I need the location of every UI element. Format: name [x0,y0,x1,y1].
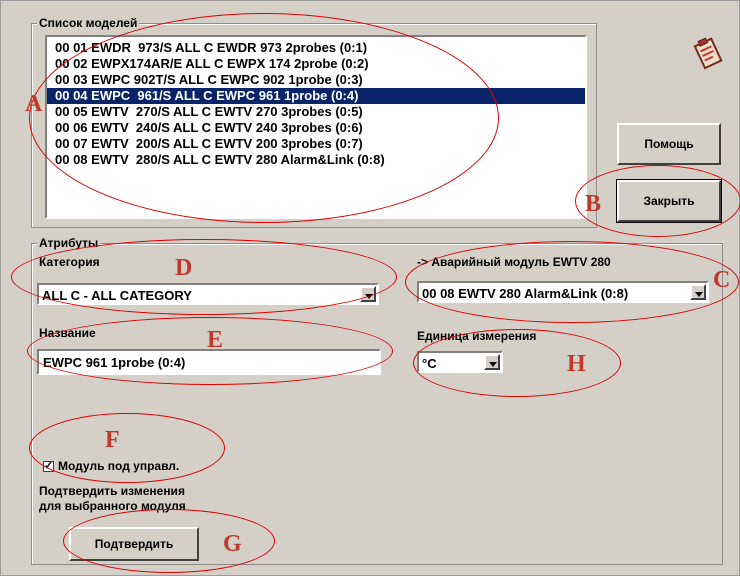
unit-select-value: °C [422,356,437,371]
annotation-letter-h: H [567,351,586,377]
confirm-button-label: Подтвердить [94,537,174,551]
list-item[interactable]: 00 08 EWTV 280/S ALL C EWTV 280 Alarm&Li… [47,152,585,168]
name-label: Название [39,326,96,340]
annotation-letter-g: G [223,531,242,557]
close-button[interactable]: Закрыть [616,179,722,223]
models-group-title: Список моделей [37,16,140,30]
confirm-button[interactable]: Подтвердить [69,527,199,561]
chevron-down-icon[interactable] [360,286,376,302]
annotation-letter-c: C [713,267,731,293]
chevron-down-icon[interactable] [690,284,706,300]
annotation-letter-a: A [25,91,43,117]
models-listbox[interactable]: 00 01 EWDR 973/S ALL C EWDR 973 2probes … [45,35,587,219]
chevron-down-icon[interactable] [484,354,500,370]
annotation-letter-f: F [105,427,120,453]
unit-select[interactable]: °C [417,351,503,373]
annotation-letter-d: D [175,255,193,281]
clipboard-icon [691,35,727,71]
unit-label: Единица измерения [417,329,537,343]
list-item[interactable]: 00 03 EWPC 902T/S ALL C EWPC 902 1probe … [47,72,585,88]
category-label: Категория [39,255,100,269]
list-item[interactable]: 00 05 EWTV 270/S ALL C EWTV 270 3probes … [47,104,585,120]
alarm-module-select-value: 00 08 EWTV 280 Alarm&Link (0:8) [422,286,629,301]
list-item[interactable]: 00 06 EWTV 240/S ALL C EWTV 240 3probes … [47,120,585,136]
module-control-label: Модуль под управл. [58,459,180,473]
attributes-group-title: Атрибуты [37,236,101,250]
confirm-text-line1: Подтвердить изменения [39,484,185,498]
help-button[interactable]: Помощь [617,123,721,165]
alarm-module-select[interactable]: 00 08 EWTV 280 Alarm&Link (0:8) [417,281,709,303]
category-select-value: ALL C - ALL CATEGORY [42,288,192,303]
name-input-value: EWPC 961 1probe (0:4) [43,355,186,370]
annotation-letter-b: B [585,191,602,217]
help-button-label: Помощь [644,137,694,151]
annotation-letter-e: E [207,327,224,353]
module-control-checkbox[interactable]: ✓ [43,461,54,472]
category-select[interactable]: ALL C - ALL CATEGORY [37,283,379,305]
dialog-window: Список моделей 00 01 EWDR 973/S ALL C EW… [0,0,740,576]
list-item[interactable]: 00 02 EWPX174AR/E ALL C EWPX 174 2probe … [47,56,585,72]
alarm-module-label: -> Аварийный модуль EWTV 280 [417,255,611,269]
close-button-label: Закрыть [643,194,695,208]
list-item[interactable]: 00 01 EWDR 973/S ALL C EWDR 973 2probes … [47,40,585,56]
list-item-selected[interactable]: 00 04 EWPC 961/S ALL C EWPC 961 1probe (… [47,88,585,104]
list-item[interactable]: 00 07 EWTV 200/S ALL C EWTV 200 3probes … [47,136,585,152]
confirm-text-line2: для выбранного модуля [39,499,186,513]
